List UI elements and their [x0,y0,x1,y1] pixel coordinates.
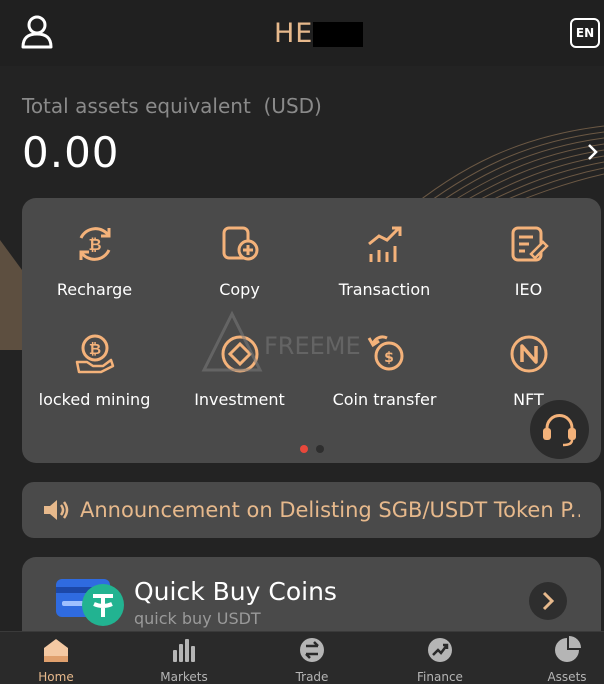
grid-item-transaction[interactable]: Transaction [312,222,457,299]
total-assets-value: 0.00 [22,128,120,177]
quick-buy-title: Quick Buy Coins [134,577,337,606]
quick-buy-arrow-button[interactable] [529,582,567,620]
chart-up-icon [367,226,401,262]
app-title: HE [274,18,314,49]
document-edit-icon [511,226,549,262]
nav-trade[interactable]: Trade [262,636,362,684]
grid-label: Recharge [56,280,133,299]
language-button[interactable]: EN [570,18,600,48]
announcement-text[interactable]: Announcement on Delisting SGB/USDT Token… [80,498,580,522]
nav-label: Assets [547,670,587,684]
grid-label: Copy [219,280,260,299]
svg-text:₿: ₿ [88,235,101,254]
headset-icon [543,414,576,447]
nav-finance[interactable]: Finance [390,636,490,684]
grid-item-copy[interactable]: Copy [167,222,312,299]
chevron-right-icon [542,591,555,611]
grid-label: IEO [514,280,543,299]
trade-icon [300,638,324,662]
redaction-block [313,22,363,47]
chevron-right-icon[interactable] [585,140,601,164]
watermark: FREEME [200,306,410,376]
finance-icon [428,638,452,662]
bar-chart-icon [173,639,195,662]
card-tether-icon [56,579,124,626]
pie-chart-icon [555,636,581,662]
grid-label: Coin transfer [332,390,437,409]
bitcoin-hand-icon: ₿ [75,334,114,374]
grid-item-locked-mining[interactable]: ₿ locked mining [22,332,167,409]
side-decoration [0,240,22,350]
grid-label: locked mining [38,390,151,409]
nav-markets[interactable]: Markets [134,636,234,684]
copy-icon [222,226,258,261]
nav-assets[interactable]: Assets [517,636,604,684]
total-assets-label: Total assets equivalent (USD) [22,94,322,118]
nav-label: Trade [295,670,329,684]
grid-label: Transaction [338,280,431,299]
speaker-icon [44,500,69,520]
nav-label: Finance [417,670,463,684]
watermark-text: FREEME [264,332,361,360]
quick-buy-subtitle: quick buy USDT [134,609,261,628]
nav-label: Markets [160,670,208,684]
svg-text:₿: ₿ [88,340,100,358]
nav-home[interactable]: Home [6,636,106,684]
pager-dot[interactable] [316,445,324,453]
support-button[interactable] [530,400,589,459]
nft-icon [510,335,547,373]
pager-dot-active[interactable] [300,445,308,453]
user-icon[interactable] [20,14,54,50]
grid-item-ieo[interactable]: IEO [456,222,601,299]
bitcoin-refresh-icon: ₿ [79,227,110,261]
grid-label: Investment [194,390,285,409]
grid-item-nft[interactable]: NFT [456,332,601,409]
nav-label: Home [38,670,74,684]
grid-item-recharge[interactable]: ₿ Recharge [22,222,167,299]
home-icon [44,639,68,662]
